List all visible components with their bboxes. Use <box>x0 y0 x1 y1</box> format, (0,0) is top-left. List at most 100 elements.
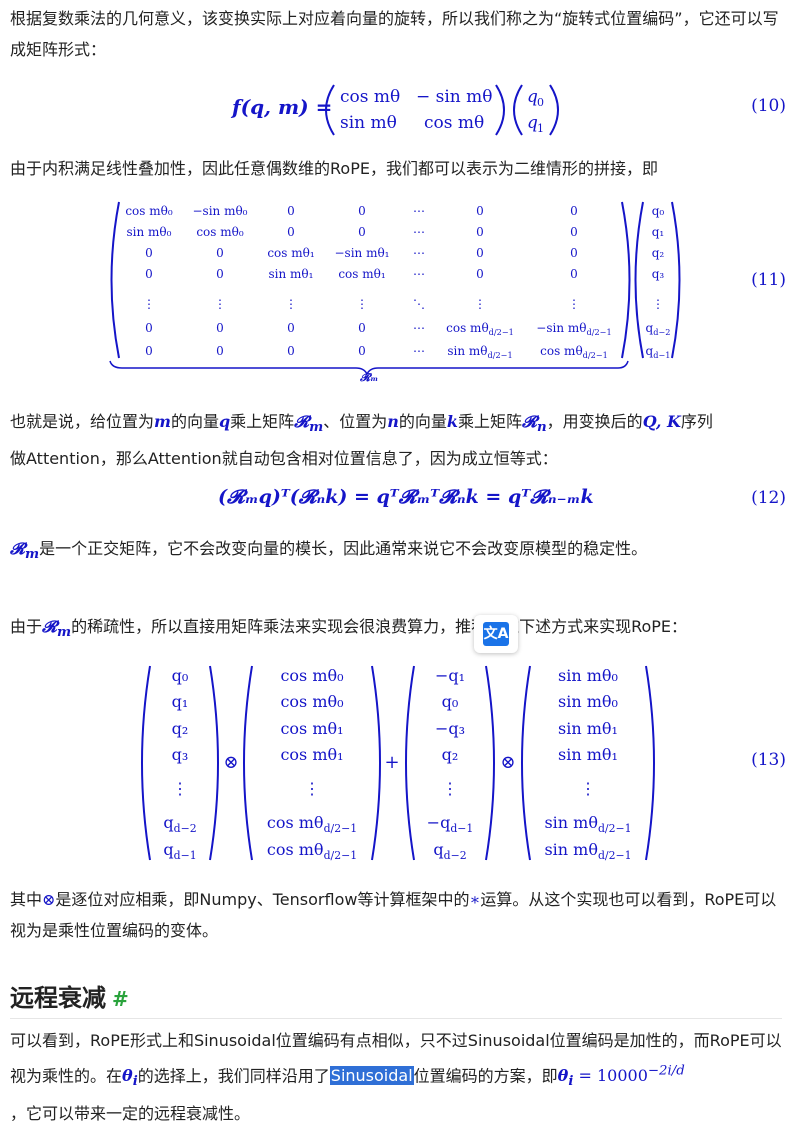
eq11-vector-entry-5: qd−2 <box>646 321 671 337</box>
heading-divider <box>10 1018 782 1019</box>
eq11-cell-r0-c4: ⋯ <box>413 204 425 218</box>
eq11-cell-r5-c6: −sin mθd/2−1 <box>536 321 611 337</box>
eq11-cell-r2-c0: 0 <box>145 246 153 260</box>
eq10-m12: − sin mθ <box>416 87 493 107</box>
text-span: ，它可以带来一定的远程衰减性。 <box>10 1103 251 1123</box>
eq13-vector-1-entry-5: cos mθd/2−1 <box>267 813 357 835</box>
eq13-vector-3-right-paren <box>645 665 655 861</box>
text-span: 的选择上，我们同样沿用了 <box>137 1066 330 1086</box>
eq13-vector-3-entry-2: sin mθ₁ <box>558 719 618 738</box>
eq11-cell-r3-c0: 0 <box>145 267 153 281</box>
eq11-cell-r3-c2: sin mθ₁ <box>269 267 314 281</box>
eq11-cell-r5-c4: ⋯ <box>413 321 425 335</box>
paragraph-decay: 可以看到，RoPE形式上和Sinusoidal位置编码有点相似，只不过Sinus… <box>10 1025 790 1129</box>
math-R-m: 𝓡m <box>10 539 39 562</box>
eq11-cell-r3-c6: 0 <box>570 267 578 281</box>
eq11-cell-r5-c5: cos mθd/2−1 <box>446 321 514 337</box>
math-sub: n <box>536 419 547 436</box>
eq11-cell-r2-c6: 0 <box>570 246 578 260</box>
eq11-matrix-left-paren <box>110 201 120 359</box>
selected-text[interactable]: Sinusoidal <box>329 1066 414 1086</box>
paragraph-linear: 由于内积满足线性叠加性，因此任意偶数维的RoPE，我们都可以表示为二维情形的拼接… <box>10 153 790 184</box>
text-span: 序列 <box>680 412 713 431</box>
eq13-vector-1-entry-4: ⋮ <box>304 779 320 798</box>
eq11-cell-r0-c2: 0 <box>287 204 295 218</box>
math-R: 𝓡 <box>522 412 537 431</box>
eq11-cell-r3-c5: 0 <box>476 267 484 281</box>
eq13-vector-3-left-paren <box>521 665 531 861</box>
eq13-vector-1-entry-6: cos mθd/2−1 <box>267 840 357 862</box>
equation-number-10: (10) <box>751 96 786 116</box>
math-R-m: 𝓡m <box>294 412 323 435</box>
eq13-vector-2-right-paren <box>485 665 495 861</box>
equation-10-svg: f(q, m) = cos mθ − sin mθ sin mθ cos mθ … <box>230 84 559 136</box>
eq11-cell-r5-c0: 0 <box>145 321 153 335</box>
math-theta-i: θi <box>557 1066 574 1089</box>
paragraph-intro: 根据复数乘法的几何意义，该变换实际上对应着向量的旋转，所以我们称之为“旋转式位置… <box>10 3 790 65</box>
paragraph-elementwise: 其中⊗是逐位对应相乘，即Numpy、Tensorflow等计算框架中的∗运算。从… <box>10 884 790 946</box>
eq11-cell-r4-c2: ⋮ <box>285 297 297 311</box>
math-exponent: −2i/d <box>647 1064 685 1079</box>
text-span: 的向量 <box>170 412 219 431</box>
text-span: 也就是说，给位置为 <box>10 412 155 431</box>
equation-11: 𝓡ₘ cos mθ₀ −sin mθ₀ 0 0 ⋯ 0 0 sin mθ₀ cos mθ₀ 0 0 ⋯… <box>0 198 800 384</box>
eq11-vector-entry-1: q₁ <box>652 225 665 239</box>
paragraph-orthogonal: 𝓡m是一个正交矩阵，它不会改变向量的模长，因此通常来说它不会改变原模型的稳定性。 <box>10 533 790 570</box>
text-span: 做Attention，那么Attention就自动包含相对位置信息了，因为成立恒… <box>10 449 558 469</box>
heading-anchor-link[interactable]: # <box>112 987 129 1011</box>
eq10-lhs: f(q, m) = <box>230 95 332 119</box>
eq13-vector-3-entry-0: sin mθ₀ <box>558 666 618 685</box>
eq13-vector-0-left-paren <box>141 665 151 861</box>
section-heading: 远程衰减 # <box>10 978 129 1013</box>
eq11-cell-r4-c5: ⋮ <box>474 297 486 311</box>
eq11-cell-r6-c4: ⋯ <box>413 344 425 358</box>
text-span: 是逐位对应相乘，即Numpy、Tensorflow等计算框架中的 <box>55 890 470 909</box>
eq11-cell-r2-c4: ⋯ <box>413 246 425 260</box>
eq10-v1-sub: 0 <box>537 96 544 109</box>
eq11-cell-r1-c3: 0 <box>358 225 366 239</box>
eq11-vector-entry-0: q₀ <box>652 204 665 218</box>
math-R-n: 𝓡n <box>522 412 547 435</box>
eq11-cell-r1-c0: sin mθ₀ <box>127 225 172 239</box>
eq13-vector-0-entry-5: qd−2 <box>163 813 196 835</box>
asterisk-symbol: ∗ <box>469 890 481 909</box>
math-R: 𝓡 <box>294 412 310 431</box>
eq13-vector-0-entry-1: q₁ <box>172 692 189 711</box>
eq11-cell-r1-c2: 0 <box>287 225 295 239</box>
eq13-vector-3-entry-4: ⋮ <box>580 779 596 798</box>
equation-12: (𝓡ₘq)ᵀ(𝓡ₙk) = qᵀ𝓡ₘᵀ𝓡ₙk = qᵀ𝓡ₙ₋ₘk (12) <box>0 484 800 518</box>
math-sub: m <box>56 624 72 641</box>
text-span: 的向量 <box>398 412 447 431</box>
paragraph-text: 根据复数乘法的几何意义，该变换实际上对应着向量的旋转，所以我们称之为“旋转式位置… <box>10 9 779 59</box>
eq11-cell-r0-c0: cos mθ₀ <box>125 204 173 218</box>
eq11-cell-r2-c3: −sin mθ₁ <box>334 246 389 260</box>
eq13-vector-1-entry-1: cos mθ₀ <box>280 692 343 711</box>
math-theta: θ <box>557 1066 569 1086</box>
eq13-vector-1-right-paren <box>371 665 381 861</box>
eq11-matrix-right-paren <box>621 201 631 359</box>
eq13-vector-0-entry-3: q₃ <box>172 745 189 764</box>
eq11-cell-r1-c4: ⋯ <box>413 225 425 239</box>
equation-10: f(q, m) = cos mθ − sin mθ sin mθ cos mθ … <box>0 80 800 140</box>
eq13-vector-2-entry-5: −qd−1 <box>427 813 474 835</box>
eq11-cell-r1-c5: 0 <box>476 225 484 239</box>
math-R: 𝓡 <box>42 617 57 636</box>
eq11-cell-r6-c2: 0 <box>287 344 295 358</box>
eq11-cell-r6-c1: 0 <box>216 344 224 358</box>
eq11-cell-r6-c6: cos mθd/2−1 <box>540 344 608 360</box>
math-R: 𝓡 <box>10 539 25 558</box>
text-span: ，用变换后的 <box>546 412 643 431</box>
eq11-cell-r0-c1: −sin mθ₀ <box>192 204 247 218</box>
paragraph-sparsity: 由于𝓡m的稀疏性，所以直接用矩阵乘法来实现会很浪费算力，推荐通过下述方式来实现R… <box>10 611 790 648</box>
eq11-vector-entry-3: q₃ <box>652 267 665 281</box>
math-k: k <box>446 412 458 431</box>
text-span: 乘上矩阵 <box>458 412 523 431</box>
equation-number-11: (11) <box>751 270 786 290</box>
translate-button[interactable]: 文A <box>474 615 518 653</box>
eq11-underbrace-label: 𝓡ₘ <box>359 371 378 384</box>
text-span: 乘上矩阵 <box>230 412 295 431</box>
eq13-vector-3-entry-3: sin mθ₁ <box>558 745 618 764</box>
eq10-m21: sin mθ <box>340 113 397 133</box>
equation-11-svg: 𝓡ₘ cos mθ₀ −sin mθ₀ 0 0 ⋯ 0 0 sin mθ₀ cos mθ₀ 0 0 ⋯… <box>109 201 681 384</box>
math-R-m: 𝓡m <box>42 617 71 640</box>
